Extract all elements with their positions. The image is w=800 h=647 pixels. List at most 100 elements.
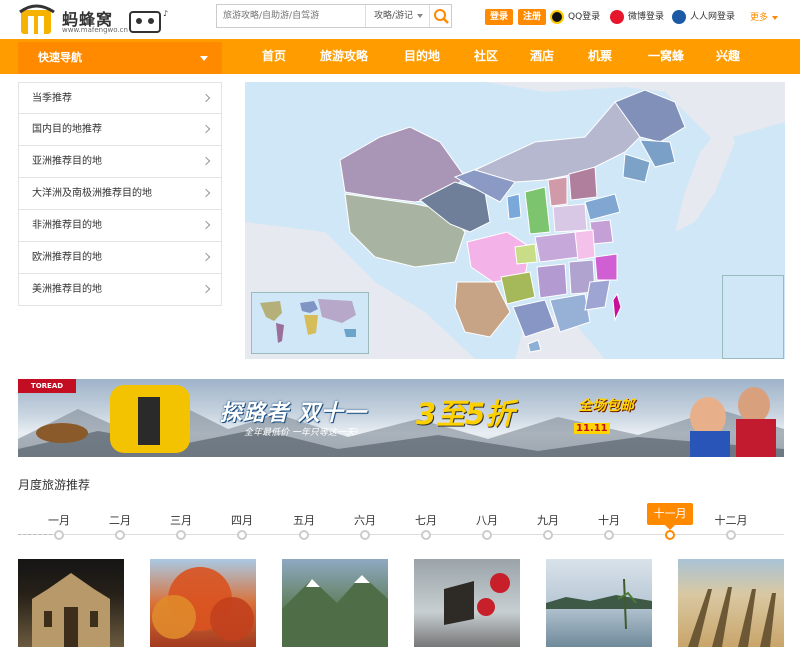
month-tab-8[interactable]: 八月 bbox=[462, 512, 512, 528]
month-tab-5[interactable]: 五月 bbox=[279, 512, 329, 528]
destination-thumb[interactable] bbox=[18, 559, 124, 647]
sidebar-item-label: 当季推荐 bbox=[32, 93, 72, 104]
region-zhejiang[interactable] bbox=[594, 253, 618, 281]
search-icon bbox=[434, 9, 449, 24]
sidebar-item-asia[interactable]: 亚洲推荐目的地 bbox=[18, 146, 222, 178]
destination-thumb[interactable] bbox=[678, 559, 784, 647]
qq-login-link[interactable]: QQ登录 bbox=[550, 8, 600, 26]
logo-site: www.mafengwo.cn bbox=[62, 26, 128, 34]
quick-nav-label: 快速导航 bbox=[38, 51, 82, 64]
lantern-eave-image bbox=[444, 573, 510, 625]
region-hunan[interactable] bbox=[536, 263, 568, 299]
timeline-dot[interactable] bbox=[543, 530, 553, 540]
region-chongqing[interactable] bbox=[514, 243, 538, 265]
top-header: 蚂蜂窝 www.mafengwo.cn ♪ 攻略/游记 登录 注册 QQ登录 微… bbox=[0, 0, 800, 38]
toread-logo: TOREAD bbox=[18, 379, 76, 393]
register-button[interactable]: 注册 bbox=[518, 9, 546, 25]
month-tab-2[interactable]: 二月 bbox=[95, 512, 145, 528]
timeline-dot[interactable] bbox=[299, 530, 309, 540]
timeline-dot[interactable] bbox=[115, 530, 125, 540]
sidebar-item-label: 大洋洲及南极洲推荐目的地 bbox=[32, 188, 152, 199]
renren-icon bbox=[672, 10, 686, 24]
more-menu[interactable]: 更多 bbox=[750, 10, 779, 23]
search-category-select[interactable]: 攻略/游记 bbox=[365, 5, 429, 27]
timeline-dot[interactable] bbox=[360, 530, 370, 540]
timeline-dot[interactable] bbox=[237, 530, 247, 540]
timeline-dot[interactable] bbox=[726, 530, 736, 540]
nav-item-home[interactable]: 首页 bbox=[252, 39, 296, 74]
month-tab-12[interactable]: 十二月 bbox=[706, 512, 756, 528]
region-hubei[interactable] bbox=[534, 231, 581, 263]
month-tab-4[interactable]: 四月 bbox=[217, 512, 267, 528]
renren-login-link[interactable]: 人人网登录 bbox=[672, 8, 735, 26]
chevron-right-icon bbox=[201, 252, 211, 262]
timeline-dot[interactable] bbox=[421, 530, 431, 540]
timeline-dot-active[interactable] bbox=[665, 530, 675, 540]
nav-item-interests[interactable]: 兴趣 bbox=[708, 39, 748, 74]
sidebar-item-europe[interactable]: 欧洲推荐目的地 bbox=[18, 242, 222, 274]
destination-thumb[interactable] bbox=[546, 559, 652, 647]
destination-thumb[interactable] bbox=[414, 559, 520, 647]
month-tab-11-active[interactable]: 十一月 bbox=[647, 503, 693, 530]
sidebar-item-label: 非洲推荐目的地 bbox=[32, 220, 102, 231]
search-button[interactable] bbox=[429, 5, 451, 27]
login-button[interactable]: 登录 bbox=[485, 9, 513, 25]
weibo-login-label: 微博登录 bbox=[628, 12, 665, 22]
sidebar-item-label: 美洲推荐目的地 bbox=[32, 284, 102, 295]
logo-icon bbox=[19, 4, 55, 34]
month-tab-3[interactable]: 三月 bbox=[156, 512, 206, 528]
month-tab-6[interactable]: 六月 bbox=[340, 512, 390, 528]
banner-headline: 探路者 双十一 bbox=[220, 401, 367, 426]
banner-date: 11.11 bbox=[574, 423, 610, 434]
sidebar-item-seasonal[interactable]: 当季推荐 bbox=[18, 82, 222, 114]
nav-item-hotels[interactable]: 酒店 bbox=[522, 39, 562, 74]
month-tab-1[interactable]: 一月 bbox=[34, 512, 84, 528]
renren-login-label: 人人网登录 bbox=[690, 12, 736, 22]
nav-item-flights[interactable]: 机票 bbox=[580, 39, 620, 74]
region-shaanxi[interactable] bbox=[524, 186, 551, 235]
section-title: 月度旅游推荐 bbox=[18, 478, 91, 492]
nav-item-yiwofeng[interactable]: 一窝蜂 bbox=[640, 39, 692, 74]
more-label: 更多 bbox=[750, 13, 769, 23]
quick-nav-dropdown[interactable]: 快速导航 bbox=[18, 42, 222, 74]
region-henan[interactable] bbox=[552, 203, 588, 233]
site-logo[interactable]: 蚂蜂窝 www.mafengwo.cn ♪ bbox=[18, 4, 180, 36]
region-ningxia[interactable] bbox=[506, 193, 522, 220]
region-guizhou[interactable] bbox=[500, 271, 536, 305]
chevron-right-icon bbox=[201, 156, 211, 166]
month-tab-9[interactable]: 九月 bbox=[523, 512, 573, 528]
region-shanxi[interactable] bbox=[547, 176, 568, 207]
destination-thumb[interactable] bbox=[150, 559, 256, 647]
timeline-dot[interactable] bbox=[482, 530, 492, 540]
china-map[interactable] bbox=[245, 82, 785, 359]
timeline-dot[interactable] bbox=[604, 530, 614, 540]
search-input[interactable] bbox=[217, 5, 365, 27]
south-china-sea-inset bbox=[722, 275, 784, 359]
mountain-valley-image bbox=[282, 575, 388, 647]
month-tab-10[interactable]: 十月 bbox=[584, 512, 634, 528]
world-map-inset[interactable] bbox=[251, 292, 369, 354]
sidebar-item-africa[interactable]: 非洲推荐目的地 bbox=[18, 210, 222, 242]
region-liaoning[interactable] bbox=[622, 153, 651, 183]
nav-item-guides[interactable]: 旅游攻略 bbox=[312, 39, 376, 74]
nav-item-community[interactable]: 社区 bbox=[466, 39, 506, 74]
sidebar-item-domestic[interactable]: 国内目的地推荐 bbox=[18, 114, 222, 146]
sidebar-item-label: 亚洲推荐目的地 bbox=[32, 156, 102, 167]
timeline-dot[interactable] bbox=[176, 530, 186, 540]
chevron-right-icon bbox=[201, 93, 211, 103]
month-tab-7[interactable]: 七月 bbox=[401, 512, 451, 528]
timeline-dot[interactable] bbox=[54, 530, 64, 540]
weibo-login-link[interactable]: 微博登录 bbox=[610, 8, 664, 26]
chevron-down-icon bbox=[772, 15, 779, 20]
region-yunnan[interactable] bbox=[454, 281, 511, 338]
sidebar-item-label: 国内目的地推荐 bbox=[32, 124, 102, 135]
sidebar-item-oceania[interactable]: 大洋洲及南极洲推荐目的地 bbox=[18, 178, 222, 210]
sidebar-item-americas[interactable]: 美洲推荐目的地 bbox=[18, 274, 222, 306]
promo-banner[interactable]: TOREAD 探路者 双十一 3至5折 全场包邮 全年最低价 一年只等这一天! … bbox=[18, 379, 784, 457]
banner-freeship: 全场包邮 bbox=[578, 398, 634, 414]
region-taiwan[interactable] bbox=[612, 292, 622, 322]
nav-item-destinations[interactable]: 目的地 bbox=[396, 39, 448, 74]
region-anhui[interactable] bbox=[574, 229, 596, 261]
cassette-icon: ♪ bbox=[129, 9, 168, 33]
destination-thumb[interactable] bbox=[282, 559, 388, 647]
